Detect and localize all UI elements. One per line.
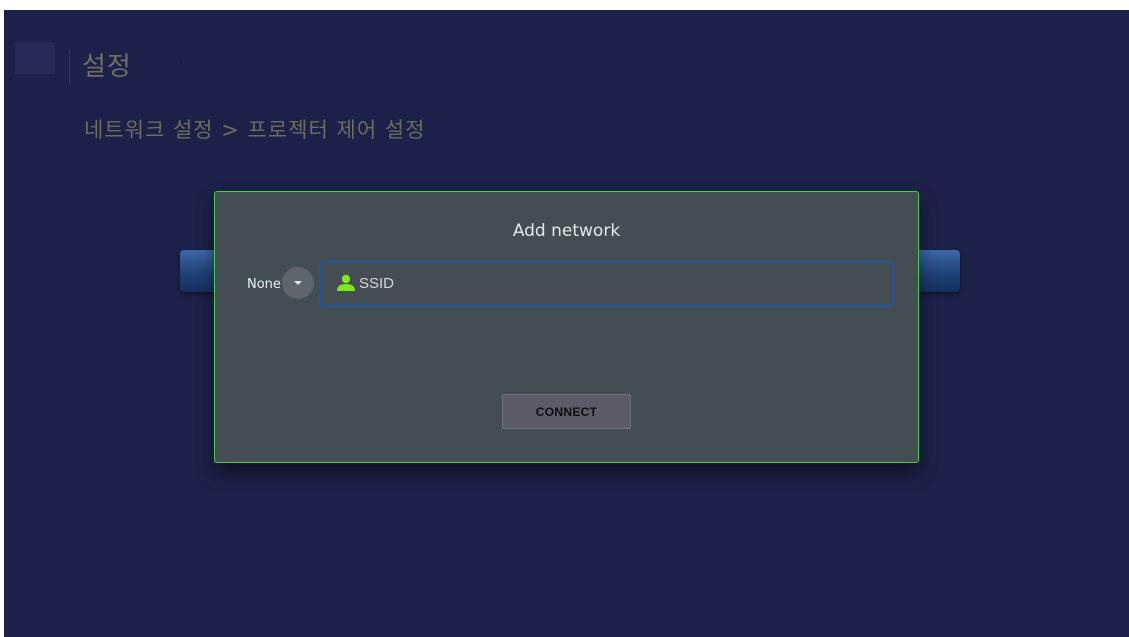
dialog-title: Add network — [512, 221, 621, 241]
header-divider — [69, 50, 70, 84]
breadcrumb: 네트워크 설정 > 프로젝터 제어 설정 — [84, 118, 426, 142]
chevron-down-icon — [294, 281, 302, 285]
header-dot: · — [182, 58, 186, 69]
security-type-dropdown[interactable] — [282, 267, 314, 299]
security-type-label: None — [247, 277, 281, 292]
page-title: 설정 — [82, 52, 132, 82]
ssid-field[interactable] — [319, 261, 894, 307]
app-logo — [15, 42, 55, 74]
add-network-dialog: Add network None CONNECT — [214, 191, 919, 463]
ssid-input[interactable] — [359, 271, 879, 295]
background-menu-bar-right — [912, 250, 960, 292]
user-icon — [337, 274, 355, 291]
connect-button[interactable]: CONNECT — [502, 394, 631, 429]
